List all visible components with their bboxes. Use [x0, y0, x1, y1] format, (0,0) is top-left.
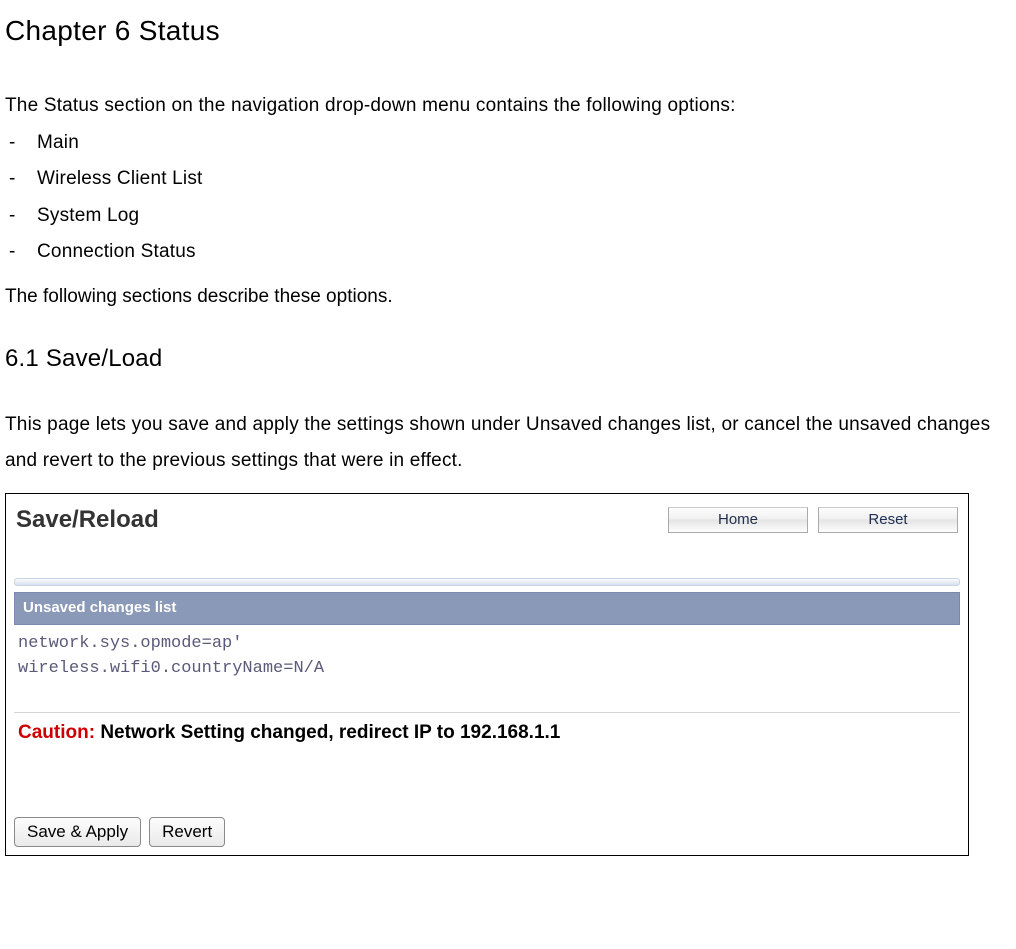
divider-bar [14, 578, 960, 586]
caution-text: Network Setting changed, redirect IP to … [95, 722, 560, 743]
list-item: -Main [5, 129, 1011, 158]
section-heading: 6.1 Save/Load [5, 341, 1011, 377]
intro-text: The Status section on the navigation dro… [5, 92, 1011, 121]
caution-label: Caution: [18, 722, 95, 743]
screenshot-header: Save/Reload Home Reset [6, 494, 968, 542]
revert-button[interactable]: Revert [149, 817, 225, 847]
list-item: -Wireless Client List [5, 165, 1011, 194]
save-apply-button[interactable]: Save & Apply [14, 817, 141, 847]
caution-row: Caution: Network Setting changed, redire… [14, 719, 960, 748]
unsaved-changes-header: Unsaved changes list [14, 592, 960, 625]
options-list: -Main -Wireless Client List -System Log … [5, 129, 1011, 267]
save-reload-title: Save/Reload [16, 502, 159, 538]
chapter-title: Chapter 6 Status [5, 10, 1011, 52]
section-text: This page lets you save and apply the se… [5, 407, 1011, 479]
reset-button[interactable]: Reset [818, 507, 958, 533]
list-item: -Connection Status [5, 238, 1011, 267]
description-text: The following sections describe these op… [5, 283, 1011, 312]
bottom-button-group: Save & Apply Revert [14, 817, 960, 847]
top-button-group: Home Reset [668, 507, 958, 533]
home-button[interactable]: Home [668, 507, 808, 533]
unsaved-changes-code: network.sys.opmode=ap' wireless.wifi0.co… [14, 629, 960, 713]
save-reload-screenshot: Save/Reload Home Reset Unsaved changes l… [5, 493, 969, 856]
list-item: -System Log [5, 202, 1011, 231]
